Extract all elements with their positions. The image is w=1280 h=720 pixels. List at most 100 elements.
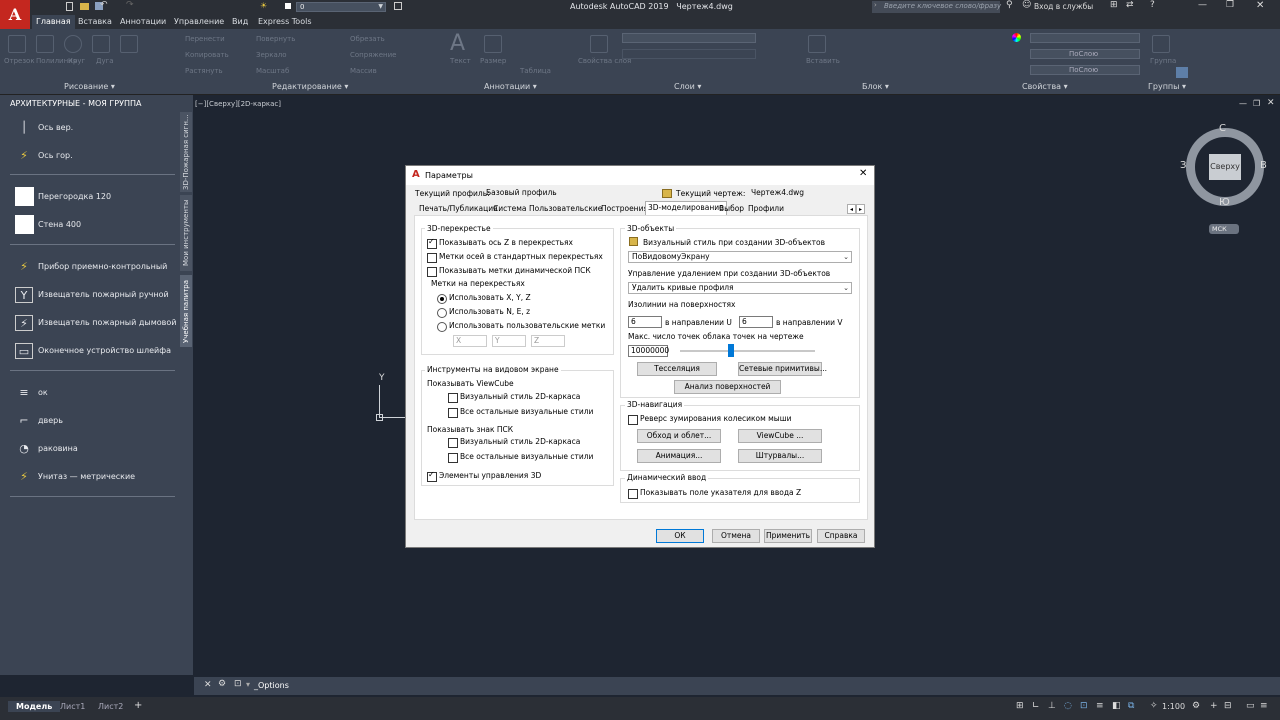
- max-points-slider-thumb[interactable]: [728, 344, 734, 357]
- panel-draw[interactable]: Рисование ▾: [64, 82, 115, 91]
- insert-block-icon[interactable]: [808, 35, 826, 53]
- signin-button[interactable]: Вход в службы: [1034, 2, 1093, 11]
- tab-system[interactable]: Система: [491, 203, 528, 215]
- tab-selection[interactable]: Выбор: [717, 203, 746, 215]
- cmd-recent-icon[interactable]: ⊡: [234, 679, 242, 689]
- palette-item-sink[interactable]: ◔ раковина: [10, 438, 180, 460]
- selection-cycle-icon[interactable]: ⧉: [1128, 701, 1134, 711]
- tab-manage[interactable]: Управление: [170, 15, 228, 29]
- viewport-close-icon[interactable]: ✕: [1267, 98, 1275, 108]
- command-input[interactable]: _Options: [254, 681, 289, 690]
- ucs-other-checkbox[interactable]: Все остальные визуальные стили: [448, 452, 593, 463]
- palette-item-loop-device[interactable]: ▭ Оконечное устройство шлейфа: [10, 340, 180, 362]
- tab-home[interactable]: Главная: [32, 15, 75, 29]
- app-logo[interactable]: A: [0, 0, 30, 29]
- group-edit-icon[interactable]: [1176, 67, 1188, 78]
- ucs-menu-button[interactable]: МСК: [1209, 224, 1239, 234]
- viewcube[interactable]: Сверху С Ю З В: [1180, 123, 1268, 210]
- viewcube-face-top[interactable]: Сверху: [1209, 154, 1241, 180]
- restore-icon[interactable]: ❐: [1226, 0, 1234, 10]
- search-box[interactable]: › Введите ключевое слово/фразу: [872, 1, 1001, 13]
- tab-user-preferences[interactable]: Пользовательские: [527, 203, 604, 215]
- units-icon[interactable]: ⊟: [1224, 701, 1232, 711]
- user-icon[interactable]: ☺: [1022, 0, 1031, 10]
- palette-tab-my-tools[interactable]: Мои инструменты: [180, 195, 192, 271]
- steering-wheels-button[interactable]: Штурвалы...: [738, 449, 822, 463]
- dynamic-ucs-labels-checkbox[interactable]: Показывать метки динамической ПСК: [427, 266, 591, 277]
- new-icon[interactable]: [66, 2, 73, 11]
- open-icon[interactable]: [80, 3, 89, 10]
- reverse-zoom-checkbox[interactable]: Реверс зумирования колесиком мыши: [628, 414, 791, 425]
- ghost-label-stretch[interactable]: Растянуть: [185, 67, 223, 75]
- palette-item-axis-vertical[interactable]: │ Ось вер.: [10, 117, 180, 139]
- radio-use-custom[interactable]: Использовать пользовательские метки: [437, 321, 605, 332]
- dimension-icon[interactable]: [484, 35, 502, 53]
- annotation-plus-icon[interactable]: +: [1210, 701, 1218, 711]
- max-points-slider-track[interactable]: [680, 350, 815, 352]
- dialog-titlebar[interactable]: A Параметры ✕: [406, 166, 874, 185]
- custom-x-input[interactable]: X: [453, 335, 487, 347]
- panel-groups[interactable]: Группы ▾: [1148, 82, 1186, 91]
- redo-icon[interactable]: ↷: [126, 0, 134, 10]
- ghost-label-trim[interactable]: Обрезать: [350, 35, 385, 43]
- 3d-controls-checkbox[interactable]: Элементы управления 3D: [427, 470, 541, 482]
- binoculars-icon[interactable]: ⚲: [1006, 0, 1013, 10]
- customize-icon[interactable]: ≡: [1260, 701, 1268, 711]
- compass-north[interactable]: С: [1219, 123, 1226, 134]
- arc-icon[interactable]: [92, 35, 110, 53]
- ghost-label-table[interactable]: Таблица: [520, 67, 551, 75]
- palette-item-window[interactable]: ≡ ок: [10, 382, 180, 404]
- annotation-scale-value[interactable]: 1:100: [1162, 702, 1185, 711]
- tab-annotate[interactable]: Аннотации: [116, 15, 170, 29]
- palette-item-manual-detector[interactable]: Y Извещатель пожарный ручной: [10, 284, 180, 306]
- transparency-icon[interactable]: ◧: [1112, 701, 1121, 711]
- show-z-axis-checkbox[interactable]: Показывать ось Z в перекрестьях: [427, 237, 573, 249]
- color-wheel-icon[interactable]: [1012, 33, 1021, 42]
- palette-tab-fire-alarm[interactable]: 3D-Пожарная сигн...: [180, 112, 192, 192]
- cmd-settings-icon[interactable]: ⚙: [218, 679, 226, 689]
- layout-tab-layout1[interactable]: Лист1: [60, 702, 85, 711]
- viewport-minimize-icon[interactable]: —: [1239, 99, 1247, 108]
- lineweight-combo[interactable]: ПоСлою: [1030, 65, 1140, 75]
- palette-item-control-device[interactable]: ⚡ Прибор приемно-контрольный: [10, 256, 180, 278]
- layout-tab-model[interactable]: Модель: [8, 701, 61, 712]
- viewport-restore-icon[interactable]: ❐: [1253, 99, 1260, 108]
- palette-item-toilet[interactable]: ⚡ Унитаз — метрические: [10, 466, 180, 488]
- undo-icon[interactable]: ↶: [100, 0, 108, 10]
- clean-screen-icon[interactable]: ▭: [1246, 701, 1255, 711]
- tab-insert[interactable]: Вставка: [74, 15, 116, 29]
- grid-icon[interactable]: ⊞: [1016, 701, 1024, 711]
- ghost-label-copy[interactable]: Копировать: [185, 51, 229, 59]
- custom-y-input[interactable]: Y: [492, 335, 526, 347]
- ribbon-layer-combo[interactable]: [622, 33, 756, 43]
- cmd-close-icon[interactable]: ✕: [204, 680, 212, 690]
- compass-south[interactable]: Ю: [1219, 197, 1230, 208]
- walk-fly-button[interactable]: Обход и облет...: [637, 429, 721, 443]
- ghost-label-move[interactable]: Перенести: [185, 35, 225, 43]
- ortho-icon[interactable]: ⊥: [1048, 701, 1056, 711]
- viewcube-settings-button[interactable]: ViewCube ...: [738, 429, 822, 443]
- palette-item-door[interactable]: ⌐ дверь: [10, 410, 180, 432]
- snap-icon[interactable]: ∟: [1032, 701, 1040, 711]
- group-icon[interactable]: [1152, 35, 1170, 53]
- layer-properties-icon[interactable]: [590, 35, 608, 53]
- dialog-close-icon[interactable]: ✕: [859, 168, 867, 179]
- ghost-label-fillet[interactable]: Сопряжение: [350, 51, 396, 59]
- tab-drafting[interactable]: Построения: [599, 203, 650, 215]
- tab-plot-publish[interactable]: Печать/Публикация: [417, 203, 500, 215]
- cart-icon[interactable]: ⊞: [1110, 0, 1118, 10]
- axis-labels-std-checkbox[interactable]: Метки осей в стандартных перекрестьях: [427, 252, 603, 263]
- palette-item-partition[interactable]: Перегородка 120: [10, 186, 180, 208]
- osnap-icon[interactable]: ⊡: [1080, 701, 1088, 711]
- layout-tab-layout2[interactable]: Лист2: [98, 702, 123, 711]
- apply-button[interactable]: Применить: [764, 529, 812, 543]
- circle-icon[interactable]: [64, 35, 82, 53]
- compass-east[interactable]: В: [1260, 160, 1267, 171]
- close-icon[interactable]: ✕: [1256, 0, 1264, 11]
- tab-express-tools[interactable]: Express Tools: [254, 15, 316, 29]
- isolines-v-input[interactable]: 6: [739, 316, 773, 328]
- deletion-control-select[interactable]: Удалить кривые профиля ⌄: [628, 282, 852, 294]
- search-input[interactable]: Введите ключевое слово/фразу: [884, 2, 1001, 10]
- help-icon[interactable]: ?: [1150, 0, 1155, 10]
- layer-combo[interactable]: 0 ▼: [296, 2, 386, 12]
